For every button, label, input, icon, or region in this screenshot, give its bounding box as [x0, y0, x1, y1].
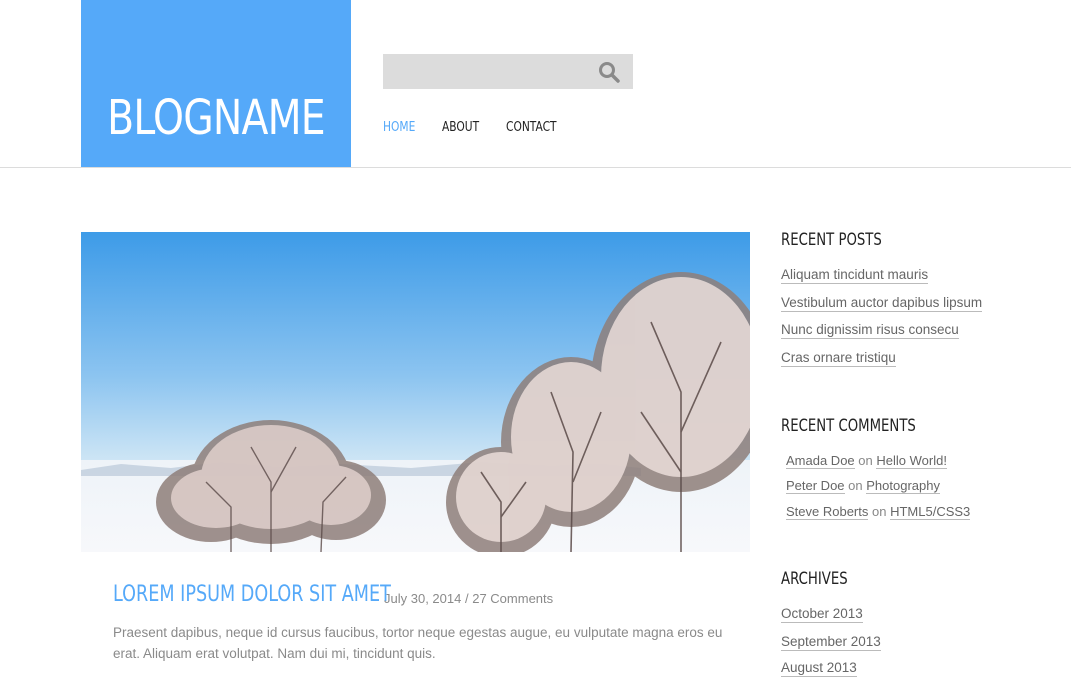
- post-comments-count[interactable]: 27 Comments: [472, 591, 553, 606]
- winter-landscape-image: [81, 232, 750, 552]
- nav-about[interactable]: ABOUT: [442, 120, 479, 135]
- comment-connector: on: [872, 504, 887, 519]
- recent-posts-heading: RECENT POSTS: [781, 230, 882, 250]
- search-icon: [599, 62, 620, 83]
- archives-heading: ARCHIVES: [781, 569, 848, 589]
- nav-home[interactable]: HOME: [383, 120, 415, 135]
- post-excerpt: Praesent dapibus, neque id cursus faucib…: [113, 625, 723, 661]
- archive-link[interactable]: September 2013: [781, 634, 881, 651]
- comment-author-link[interactable]: Steve Roberts: [786, 504, 869, 520]
- recent-comment: Peter Doe on Photography: [786, 478, 940, 494]
- comment-post-link[interactable]: Hello World!: [876, 453, 947, 469]
- recent-comment: Steve Roberts on HTML5/CSS3: [786, 504, 971, 520]
- recent-post-link[interactable]: Nunc dignissim risus consecu: [781, 322, 959, 339]
- comment-author-link[interactable]: Amada Doe: [786, 453, 855, 469]
- logo-box[interactable]: BLOGNAME: [81, 0, 351, 167]
- recent-comments-heading: RECENT COMMENTS: [781, 416, 916, 436]
- search-box: [383, 54, 633, 89]
- recent-comment: Amada Doe on Hello World!: [786, 453, 947, 469]
- search-input[interactable]: [383, 54, 583, 89]
- recent-post-link[interactable]: Aliquam tincidunt mauris: [781, 267, 929, 284]
- search-button[interactable]: [597, 60, 621, 84]
- recent-post-link[interactable]: Vestibulum auctor dapibus lipsum: [781, 295, 983, 312]
- site-logo[interactable]: BLOGNAME: [105, 86, 326, 150]
- comment-post-link[interactable]: HTML5/CSS3: [890, 504, 971, 520]
- comment-connector: on: [848, 478, 863, 493]
- post-date: July 30, 2014: [384, 591, 462, 606]
- post-title[interactable]: LOREM IPSUM DOLOR SIT AMET: [113, 582, 391, 607]
- post-featured-image[interactable]: [81, 232, 750, 552]
- comment-author-link[interactable]: Peter Doe: [786, 478, 845, 494]
- post-meta: July 30, 2014 / 27 Comments: [384, 591, 553, 606]
- recent-post-link[interactable]: Cras ornare tristiqu: [781, 350, 896, 367]
- comment-post-link[interactable]: Photography: [866, 478, 940, 494]
- post-meta-separator: /: [464, 591, 469, 606]
- comment-connector: on: [858, 453, 873, 468]
- site-header: BLOGNAME HOME ABOUT CONTACT: [0, 0, 1071, 168]
- archive-link[interactable]: October 2013: [781, 606, 863, 623]
- nav-contact[interactable]: CONTACT: [506, 120, 557, 135]
- archive-link[interactable]: August 2013: [781, 660, 857, 677]
